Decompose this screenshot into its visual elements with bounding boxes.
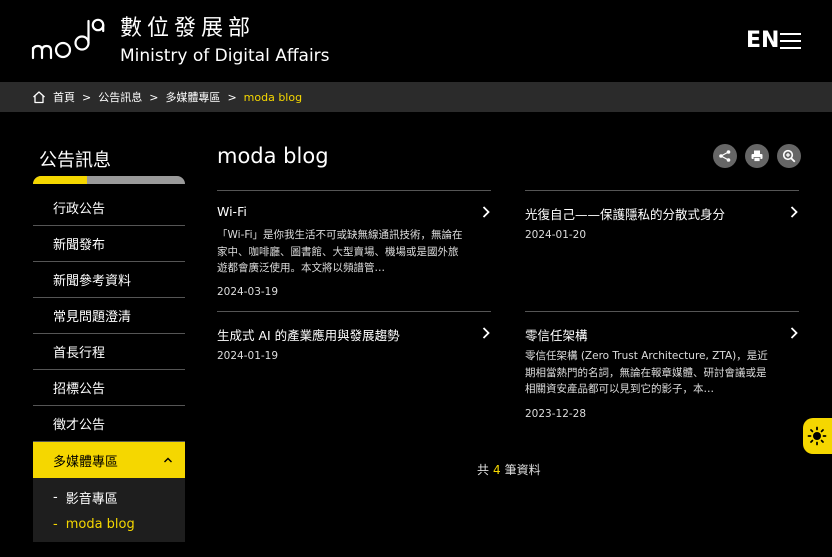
sidebar-item-press-reference[interactable]: 新聞參考資料: [33, 262, 185, 298]
breadcrumb-bar: 首頁 > 公告訊息 > 多媒體專區 > moda blog: [0, 82, 832, 112]
theme-toggle-button[interactable]: [803, 418, 832, 454]
post-excerpt: 零信任架構 (Zero Trust Architecture, ZTA)，是近期…: [525, 350, 768, 395]
breadcrumb-separator: >: [227, 90, 237, 104]
sidebar-item-press-release[interactable]: 新聞發布: [33, 226, 185, 262]
blog-post-card[interactable]: 零信任架構 零信任架構 (Zero Trust Architecture, ZT…: [525, 311, 799, 430]
sidebar-submenu: - 影音專區 - moda blog: [33, 478, 185, 542]
sidebar-item-recruitment[interactable]: 徵才公告: [33, 406, 185, 442]
zoom-in-icon: [782, 149, 796, 163]
post-title[interactable]: 零信任架構: [525, 325, 588, 344]
page-tools: [713, 144, 801, 168]
sidebar-item-tender[interactable]: 招標公告: [33, 370, 185, 406]
hamburger-menu-icon[interactable]: [780, 33, 801, 49]
post-date: 2024-03-19: [217, 286, 279, 298]
sidebar-title: 公告訊息: [39, 150, 111, 171]
sidebar-title-accent-bar: [33, 176, 185, 184]
post-date: 2023-12-28: [525, 408, 587, 420]
sidebar-item-minister-schedule[interactable]: 首長行程: [33, 334, 185, 370]
result-count: 共 4 筆資料: [477, 463, 541, 477]
blog-post-card[interactable]: Wi-Fi 「Wi-Fi」是你我生活不可或缺無線通訊技術，無論在家中、咖啡廳、圖…: [217, 190, 491, 309]
share-button[interactable]: [713, 144, 737, 168]
post-excerpt: 「Wi-Fi」是你我生活不可或缺無線通訊技術，無論在家中、咖啡廳、圖書館、大型賣…: [217, 229, 463, 274]
chevron-right-icon[interactable]: [789, 326, 799, 340]
breadcrumb-home[interactable]: 首頁: [53, 89, 75, 105]
sidebar-subitem-label: moda blog: [65, 517, 135, 532]
home-icon[interactable]: [32, 90, 46, 104]
breadcrumb-current: moda blog: [243, 90, 303, 104]
site-logo[interactable]: [30, 16, 110, 62]
sidebar-subitem-video[interactable]: - 影音專區: [33, 484, 185, 511]
breadcrumb: 首頁 > 公告訊息 > 多媒體專區 > moda blog: [32, 89, 302, 105]
post-date: 2024-01-20: [525, 229, 587, 241]
post-date: 2024-01-19: [217, 350, 279, 362]
blog-post-card[interactable]: 生成式 AI 的產業應用與發展趨勢 2024-01-19: [217, 311, 491, 430]
breadcrumb-announcements[interactable]: 公告訊息: [98, 89, 142, 105]
chevron-right-icon[interactable]: [789, 205, 799, 219]
breadcrumb-separator: >: [149, 90, 159, 104]
moda-logo-icon: [31, 18, 105, 60]
zoom-button[interactable]: [777, 144, 801, 168]
blog-post-card[interactable]: 光復自己——保護隱私的分散式身分 2024-01-20: [525, 190, 799, 309]
sidebar-item-label: 多媒體專區: [53, 454, 119, 470]
sidebar-subitem-moda-blog[interactable]: - moda blog: [33, 511, 185, 538]
language-toggle-button[interactable]: EN: [746, 28, 779, 53]
breadcrumb-multimedia[interactable]: 多媒體專區: [165, 89, 220, 105]
print-button[interactable]: [745, 144, 769, 168]
print-icon: [751, 150, 763, 162]
page-title: moda blog: [217, 144, 329, 168]
site-name: 數位發展部 Ministry of Digital Affairs: [120, 16, 330, 67]
chevron-right-icon[interactable]: [481, 205, 491, 219]
breadcrumb-separator: >: [82, 90, 92, 104]
post-title[interactable]: 生成式 AI 的產業應用與發展趨勢: [217, 325, 400, 344]
sidebar-menu: 行政公告 新聞發布 新聞參考資料 常見問題澄清 首長行程 招標公告 徵才公告 多…: [33, 190, 185, 542]
site-header: 數位發展部 Ministry of Digital Affairs EN: [0, 0, 832, 82]
post-title[interactable]: 光復自己——保護隱私的分散式身分: [525, 204, 725, 223]
share-icon: [719, 150, 731, 162]
sun-icon: [807, 426, 827, 446]
result-count-number: 4: [493, 463, 501, 477]
sidebar-item-faq-clarification[interactable]: 常見問題澄清: [33, 298, 185, 334]
chevron-right-icon[interactable]: [481, 326, 491, 340]
sidebar-item-multimedia[interactable]: 多媒體專區: [33, 442, 185, 478]
site-name-en: Ministry of Digital Affairs: [120, 46, 330, 66]
sidebar-subitem-label: 影音專區: [65, 492, 118, 507]
site-name-zh: 數位發展部: [120, 16, 256, 41]
chevron-up-icon: [164, 457, 172, 463]
post-title[interactable]: Wi-Fi: [217, 204, 247, 219]
sidebar-item-administrative[interactable]: 行政公告: [33, 190, 185, 226]
